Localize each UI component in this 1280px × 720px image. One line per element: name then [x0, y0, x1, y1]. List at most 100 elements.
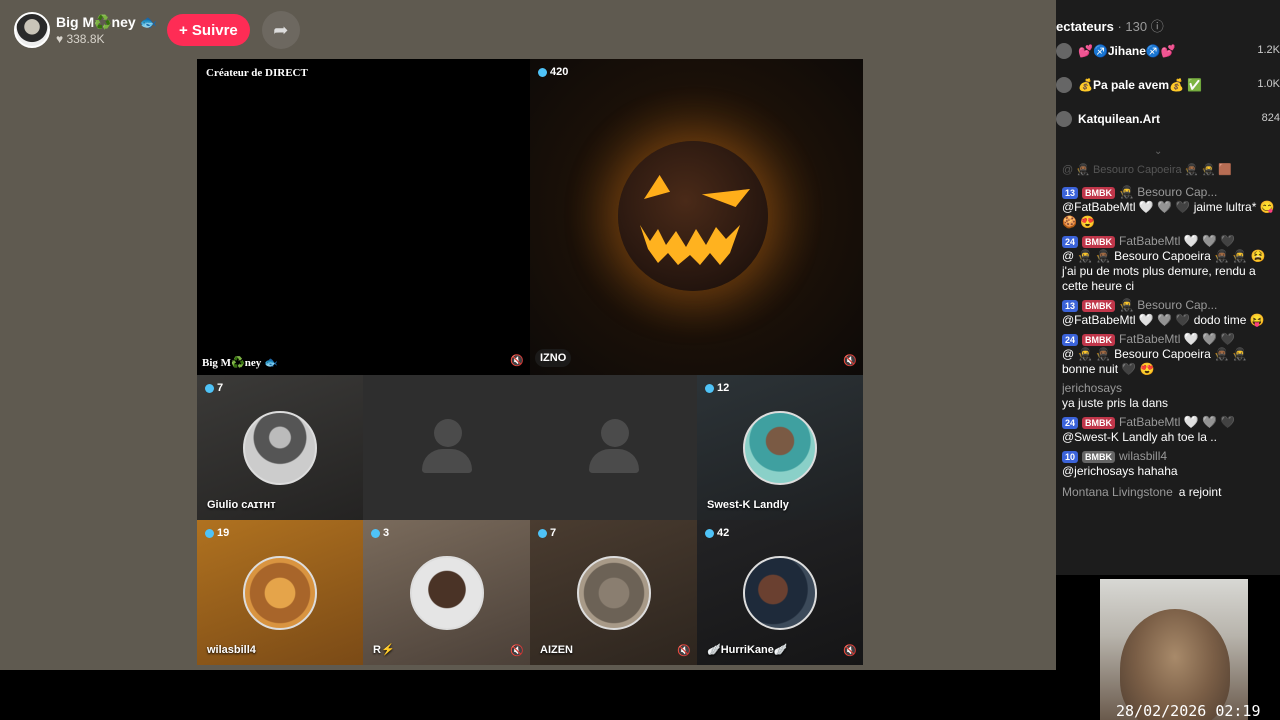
empty-seat-tile[interactable]	[530, 375, 697, 520]
gem-icon	[538, 528, 547, 538]
chat-message[interactable]: 24 BMBK FatBabeMtl 🤍 🩶 🖤 @ 🥷 🥷🏾 Besouro Ca…	[1062, 332, 1276, 377]
guest-count-badge: 42	[705, 527, 729, 539]
chat-sender[interactable]: jerichosays	[1062, 381, 1122, 396]
join-user[interactable]: Montana Livingstone	[1062, 485, 1173, 499]
guest-avatar	[409, 555, 484, 630]
follow-button[interactable]: + Suivre	[166, 14, 250, 46]
mic-muted-icon: 🔇	[677, 645, 691, 657]
person-placeholder-icon	[588, 419, 639, 475]
chat-sender[interactable]: 🥷 Besouro Cap...	[1119, 298, 1217, 313]
share-icon: ➦	[273, 19, 289, 40]
fan-badge: BMBK	[1082, 186, 1116, 199]
chat-message[interactable]: 13 BMBK 🥷 Besouro Cap... @FatBabeMtl 🤍 🩶 🖤…	[1062, 298, 1276, 328]
guest-name: Swest-K Landly	[707, 499, 789, 511]
viewer-avatar	[1056, 43, 1072, 59]
streamer-webcam	[1100, 579, 1248, 720]
fan-badge: BMBK	[1082, 450, 1116, 463]
guest-name: IZNO	[535, 349, 572, 367]
live-header: Big M♻️ney 🐟 ♥ 338.8K + Suivre ➦	[14, 11, 300, 49]
guest-tile[interactable]: 3 R⚡ 🔇	[363, 520, 530, 665]
host-avatar[interactable]	[14, 12, 50, 48]
chat-text: @ 🥷 🥷🏾 Besouro Capoeira 🥷🏾 🥷 bonne nuit …	[1062, 347, 1248, 376]
host-video-tile[interactable]: Créateur de DIRECT Big M♻️ney 🐟 🔇	[197, 59, 530, 375]
chat-text: ya juste pris la dans	[1062, 396, 1169, 410]
guest-name: R⚡	[373, 644, 395, 656]
mic-muted-icon: 🔇	[510, 645, 524, 657]
chat-text: @Swest-K Landly ah toe la ..	[1062, 430, 1217, 444]
top-viewer-row[interactable]: 💕♐Jihane♐💕 1.2K	[1056, 40, 1280, 64]
mic-muted-icon: 🔇	[510, 355, 524, 367]
empty-seat-tile[interactable]	[363, 375, 530, 520]
chat-text: @FatBabeMtl 🤍 🩶 🖤 dodo time 😝	[1062, 313, 1265, 327]
guest-name: wilasbill4	[207, 644, 256, 656]
join-text: a rejoint	[1178, 485, 1222, 499]
live-stage: Big M♻️ney 🐟 ♥ 338.8K + Suivre ➦ Créateu…	[0, 0, 1056, 670]
guest-count-badge: 420	[538, 66, 568, 78]
chat-sender[interactable]: wilasbill4	[1119, 449, 1167, 464]
creator-tag: Créateur de DIRECT	[202, 66, 312, 80]
gem-icon	[538, 67, 547, 77]
guest-avatar	[576, 555, 651, 630]
guest-tile[interactable]: 7 Giulio ᴄᴀɪᴛʜᴛ	[197, 375, 363, 520]
level-badge: 13	[1062, 299, 1079, 312]
chat-panel: ectateurs · 130 ⓘ 💕♐Jihane♐💕 1.2K 💰Pa pa…	[1056, 0, 1280, 575]
chat-message[interactable]: 24 BMBK FatBabeMtl 🤍 🩶 🖤 @Swest-K Landly a…	[1062, 415, 1276, 445]
level-badge: 24	[1062, 235, 1079, 248]
chat-sender[interactable]: FatBabeMtl 🤍 🩶 🖤	[1119, 332, 1235, 347]
chat-message[interactable]: jerichosays ya juste pris la dans	[1062, 381, 1276, 411]
guest-count-badge: 7	[205, 382, 223, 394]
share-button[interactable]: ➦	[261, 11, 300, 49]
level-badge: 10	[1062, 450, 1079, 463]
guest-name: AIZEN	[540, 644, 573, 656]
guest-name: 🪽HurriKane🪽	[707, 644, 788, 656]
chevron-down-icon[interactable]: ⌄	[1154, 146, 1162, 157]
guest-avatar	[243, 555, 317, 630]
guest-tile-izno[interactable]: 420 IZNO 🔇	[530, 59, 863, 375]
chat-sender[interactable]: FatBabeMtl 🤍 🩶 🖤	[1119, 415, 1235, 430]
chat-message-faded: @ 🥷🏾 Besouro Capoeira 🥷🏾 🥷 🟫	[1062, 164, 1232, 176]
level-badge: 13	[1062, 186, 1079, 199]
chat-message[interactable]: 10 BMBK wilasbill4 @jerichosays hahaha	[1062, 449, 1276, 479]
guest-count-badge: 19	[205, 527, 229, 539]
viewer-avatar	[1056, 77, 1072, 93]
host-name[interactable]: Big M♻️ney 🐟	[56, 14, 157, 31]
top-viewer-row[interactable]: 💰Pa pale avem💰 ✅ 1.0K	[1056, 74, 1280, 98]
guest-tile[interactable]: 12 Swest-K Landly	[697, 375, 863, 520]
guest-tile[interactable]: 7 AIZEN 🔇	[530, 520, 697, 665]
mic-muted-icon: 🔇	[843, 645, 857, 657]
viewers-title[interactable]: ectateurs · 130 ⓘ	[1056, 16, 1164, 35]
guest-avatar	[743, 410, 817, 485]
level-badge: 24	[1062, 416, 1079, 429]
guest-tile[interactable]: 19 wilasbill4	[197, 520, 363, 665]
chat-message[interactable]: 13 BMBK 🥷 Besouro Cap... @FatBabeMtl 🤍 🩶 🖤…	[1062, 185, 1276, 230]
viewer-avatar	[1056, 111, 1072, 127]
info-icon[interactable]: ⓘ	[1151, 19, 1164, 34]
guest-avatar	[243, 410, 317, 485]
chat-text: @jerichosays hahaha	[1062, 464, 1178, 478]
chat-text: @FatBabeMtl 🤍 🩶 🖤 jaime lultra* 😋 🍪 😍	[1062, 200, 1275, 229]
gem-icon	[705, 383, 714, 393]
chat-sender[interactable]: FatBabeMtl 🤍 🩶 🖤	[1119, 234, 1235, 249]
top-viewer-row[interactable]: Katquilean.Art 824	[1056, 108, 1280, 132]
gem-icon	[705, 528, 714, 538]
fan-badge: BMBK	[1082, 235, 1116, 248]
host-likes: ♥ 338.8K	[56, 32, 105, 46]
mic-muted-icon: 🔇	[843, 355, 857, 367]
guest-count-badge: 3	[371, 527, 389, 539]
join-notice: Montana Livingstone a rejoint	[1062, 485, 1276, 499]
host-tile-name: Big M♻️ney 🐟	[202, 357, 278, 369]
guest-tile[interactable]: 42 🪽HurriKane🪽 🔇	[697, 520, 863, 665]
gem-icon	[371, 528, 380, 538]
guest-grid: Créateur de DIRECT Big M♻️ney 🐟 🔇 420 IZ…	[197, 59, 863, 665]
host-meta: Big M♻️ney 🐟 ♥ 338.8K	[56, 14, 157, 46]
pumpkin-image	[618, 141, 768, 291]
guest-count-badge: 7	[538, 527, 556, 539]
guest-avatar	[743, 555, 817, 630]
chat-message[interactable]: 24 BMBK FatBabeMtl 🤍 🩶 🖤 @ 🥷 🥷🏾 Besouro Ca…	[1062, 234, 1276, 294]
gem-icon	[205, 528, 214, 538]
fan-badge: BMBK	[1082, 416, 1116, 429]
guest-name: Giulio ᴄᴀɪᴛʜᴛ	[207, 499, 276, 511]
guest-count-badge: 12	[705, 382, 729, 394]
person-placeholder-icon	[421, 419, 472, 475]
chat-sender[interactable]: 🥷 Besouro Cap...	[1119, 185, 1217, 200]
